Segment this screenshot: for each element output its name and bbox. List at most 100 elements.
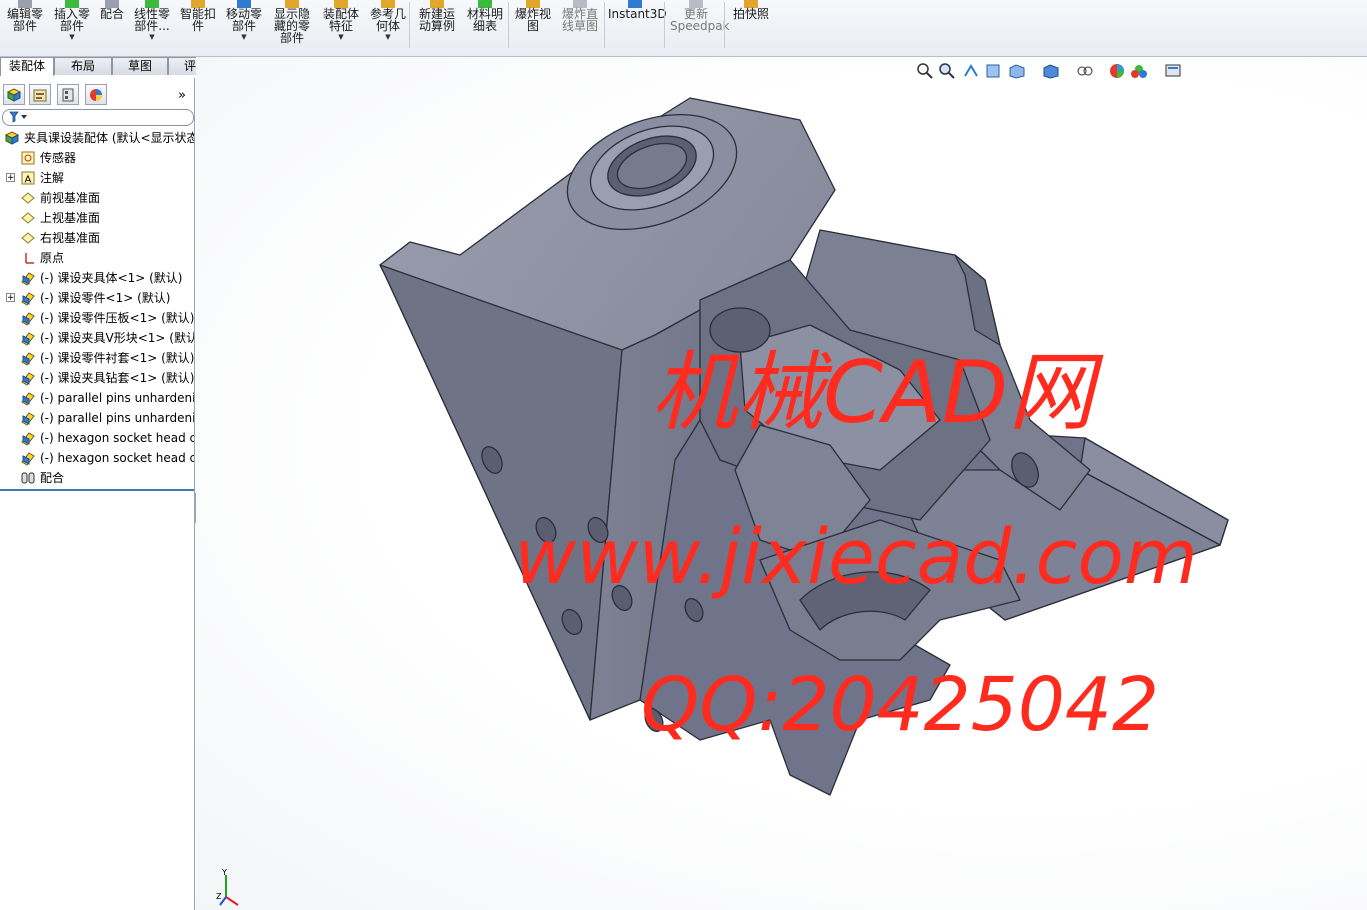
toolbar-button-11[interactable]: 爆炸视 图 — [512, 0, 554, 54]
watermark-title: 机械CAD网 — [651, 343, 1095, 443]
previous-view-icon[interactable] — [962, 62, 980, 80]
toolbar-button-10[interactable]: 材料明 细表 — [465, 0, 505, 54]
display-manager-tab[interactable] — [85, 84, 107, 105]
tree-item[interactable]: (-) hexagon socket head c — [0, 428, 194, 448]
expand-panel-button[interactable]: » — [178, 88, 186, 103]
zoom-area-icon[interactable] — [938, 62, 956, 80]
tree-item[interactable]: 夹具课设装配体 (默认<显示状态 — [0, 128, 194, 148]
tree-item[interactable]: (-) 课设夹具钻套<1> (默认) — [0, 368, 194, 388]
panel-divider — [0, 489, 194, 491]
toolbar-button-3[interactable]: 线性零 部件... ▼ — [130, 0, 174, 54]
tree-item-label: (-) hexagon socket head c — [40, 451, 194, 465]
dropdown-arrow-icon[interactable]: ▼ — [222, 32, 266, 42]
property-manager-tab[interactable] — [29, 84, 51, 105]
tree-item[interactable]: (-) parallel pins unhardeni — [0, 388, 194, 408]
graphics-area[interactable]: 机械CAD网 www.jixiecad.com QQ:20425042 Y Z — [196, 57, 1367, 910]
tree-item[interactable]: + A 注解 — [0, 168, 194, 188]
toolbar-button-15[interactable]: 拍快照 — [729, 0, 773, 54]
tree-item[interactable]: (-) parallel pins unhardeni — [0, 408, 194, 428]
toolbar-button-label: 插入零 部件 — [53, 7, 90, 33]
tree-item[interactable]: (-) 课设夹具体<1> (默认) — [0, 268, 194, 288]
filter-box[interactable] — [2, 109, 194, 126]
tree-item-label: 右视基准面 — [40, 231, 101, 245]
property-icon — [33, 89, 47, 102]
hide-show-items-icon[interactable] — [1076, 62, 1094, 80]
tree-item-label: (-) hexagon socket head c — [40, 431, 194, 445]
view-settings-icon[interactable] — [1164, 62, 1182, 80]
expand-toggle-icon[interactable]: + — [6, 293, 15, 303]
configuration-manager-tab[interactable] — [57, 84, 79, 105]
section-view-icon[interactable] — [984, 62, 1002, 80]
toolbar-button-13[interactable]: Instant3D — [608, 0, 667, 54]
panel-tabs: » — [0, 82, 194, 108]
tree-item-label: (-) 课设夹具V形块<1> (默认) — [40, 331, 194, 345]
tab-1[interactable]: 布局 — [54, 57, 112, 75]
feature-manager-tab[interactable] — [3, 84, 25, 105]
toolbar-button-label: 编辑零 部件 — [6, 7, 43, 33]
tree-item[interactable]: 原点 — [0, 248, 194, 268]
part-icon — [21, 292, 35, 306]
triad-z-label: Z — [216, 892, 222, 901]
tab-2[interactable]: 草图 — [112, 57, 168, 75]
dropdown-arrow-icon[interactable]: ▼ — [319, 32, 363, 42]
annotation-icon: A — [21, 171, 35, 186]
toolbar-button-8[interactable]: 参考几 何体 ▼ — [366, 0, 410, 54]
tree-item-label: (-) 课设夹具钻套<1> (默认) — [40, 371, 194, 385]
plane-icon — [21, 212, 35, 224]
zoom-to-fit-icon[interactable] — [916, 62, 934, 80]
toolbar-button-5[interactable]: 移动零 部件 ▼ — [222, 0, 266, 54]
tree-item[interactable]: 配合 — [0, 468, 194, 488]
tree-item-label: 前视基准面 — [40, 191, 101, 205]
tree-item[interactable]: (-) 课设零件压板<1> (默认) — [0, 308, 194, 328]
part-icon — [21, 412, 35, 426]
toolbar-button-1[interactable]: 插入零 部件 ▼ — [50, 0, 94, 54]
edit-appearance-icon[interactable] — [1108, 62, 1126, 80]
dropdown-arrow-icon[interactable]: ▼ — [50, 32, 94, 42]
toolbar-button-label: Instant3D — [608, 7, 667, 21]
toolbar-button-6[interactable]: 显示隐 藏的零 部件 — [270, 0, 314, 54]
toolbar-separator — [664, 2, 665, 48]
tree-item[interactable]: 右视基准面 — [0, 228, 194, 248]
tree-item-label: 配合 — [40, 471, 65, 485]
feature-tree-icon — [6, 88, 22, 102]
toolbar-button-label: 新建运 动算例 — [418, 7, 455, 33]
apply-scene-icon[interactable] — [1130, 62, 1148, 80]
toolbar-button-7[interactable]: 装配体 特征 ▼ — [319, 0, 363, 54]
tree-item[interactable]: 上视基准面 — [0, 208, 194, 228]
tree-item[interactable]: 前视基准面 — [0, 188, 194, 208]
tree-item[interactable]: (-) 课设夹具V形块<1> (默认) — [0, 328, 194, 348]
toolbar-button-0[interactable]: 编辑零 部件 — [5, 0, 45, 54]
tree-item-label: (-) 课设夹具体<1> (默认) — [40, 271, 183, 285]
tree-item[interactable]: (-) 课设零件衬套<1> (默认) — [0, 348, 194, 368]
tree-item-label: 原点 — [40, 251, 65, 265]
part-icon — [21, 272, 35, 286]
part-icon — [21, 392, 35, 406]
sensor-icon — [21, 151, 35, 165]
dropdown-arrow-icon[interactable]: ▼ — [130, 32, 174, 42]
dropdown-arrow-icon[interactable]: ▼ — [366, 32, 410, 42]
toolbar-button-12[interactable]: 爆炸直 线草图 — [558, 0, 602, 54]
display-icon — [90, 89, 102, 101]
toolbar-button-label: 爆炸直 线草图 — [561, 7, 598, 33]
tree-item[interactable]: 传感器 — [0, 148, 194, 168]
part-icon — [21, 432, 35, 446]
toolbar-button-4[interactable]: 智能扣 件 — [177, 0, 219, 54]
tree-item[interactable]: (-) hexagon socket head c — [0, 448, 194, 468]
toolbar-button-2[interactable]: 配合 — [97, 0, 127, 54]
toolbar-button-label: 材料明 细表 — [466, 7, 503, 33]
tab-0[interactable]: 装配体 — [0, 57, 54, 76]
toolbar-separator — [508, 2, 509, 48]
tree-item[interactable]: + (-) 课设零件<1> (默认) — [0, 288, 194, 308]
origin-icon — [25, 253, 34, 264]
expand-toggle-icon[interactable]: + — [6, 173, 15, 183]
triad-y-label: Y — [221, 868, 227, 877]
toolbar-button-14[interactable]: 更新 Speedpak — [670, 0, 730, 54]
toolbar-button-label: 移动零 部件 — [225, 7, 262, 33]
command-manager: 编辑零 部件 插入零 部件 ▼ 配合 线性零 部件... ▼ 智能扣 件移动零 部件 ▼ 显示隐… — [0, 0, 1367, 57]
view-orientation-icon[interactable] — [1008, 62, 1026, 80]
display-style-icon[interactable] — [1042, 62, 1060, 80]
toolbar-button-label: 爆炸视 图 — [514, 7, 551, 33]
plane-icon — [21, 232, 35, 244]
tree-item-label: (-) 课设零件<1> (默认) — [40, 291, 171, 305]
toolbar-button-9[interactable]: 新建运 动算例 — [415, 0, 459, 54]
